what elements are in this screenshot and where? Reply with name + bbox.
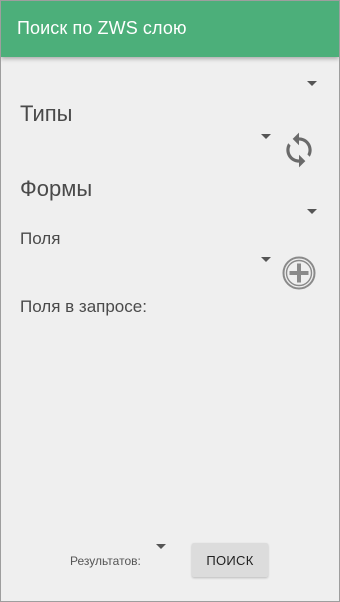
results-count-arrow-icon	[156, 544, 166, 549]
query-fields-label: Поля в запросе:	[20, 297, 147, 316]
query-fields-list	[17, 323, 323, 523]
forms-label: Формы	[20, 176, 93, 201]
app-bar: Поиск по ZWS слою	[1, 1, 339, 57]
fields-dropdown-arrow-icon	[261, 257, 271, 262]
types-label: Типы	[20, 101, 73, 126]
app-bar-title: Поиск по ZWS слою	[17, 18, 187, 38]
types-dropdown-arrow-icon	[261, 134, 271, 139]
results-count-dropdown[interactable]	[151, 539, 171, 557]
forms-dropdown[interactable]	[17, 201, 323, 225]
fields-label: Поля	[20, 229, 61, 248]
search-button[interactable]: поиск	[192, 543, 268, 577]
fields-dropdown[interactable]	[17, 251, 275, 275]
add-circle-icon	[282, 256, 316, 290]
layer-dropdown[interactable]	[17, 71, 323, 99]
forms-dropdown-arrow-icon	[307, 209, 317, 214]
types-dropdown[interactable]	[17, 127, 275, 151]
refresh-button[interactable]	[280, 131, 318, 169]
add-field-button[interactable]	[281, 255, 317, 291]
results-count-label: Результатов:	[70, 554, 141, 568]
search-screen: Поиск по ZWS слою Типы Формы Поля Поля в…	[0, 0, 340, 602]
layer-dropdown-arrow-icon	[307, 81, 317, 86]
refresh-icon	[286, 132, 312, 168]
